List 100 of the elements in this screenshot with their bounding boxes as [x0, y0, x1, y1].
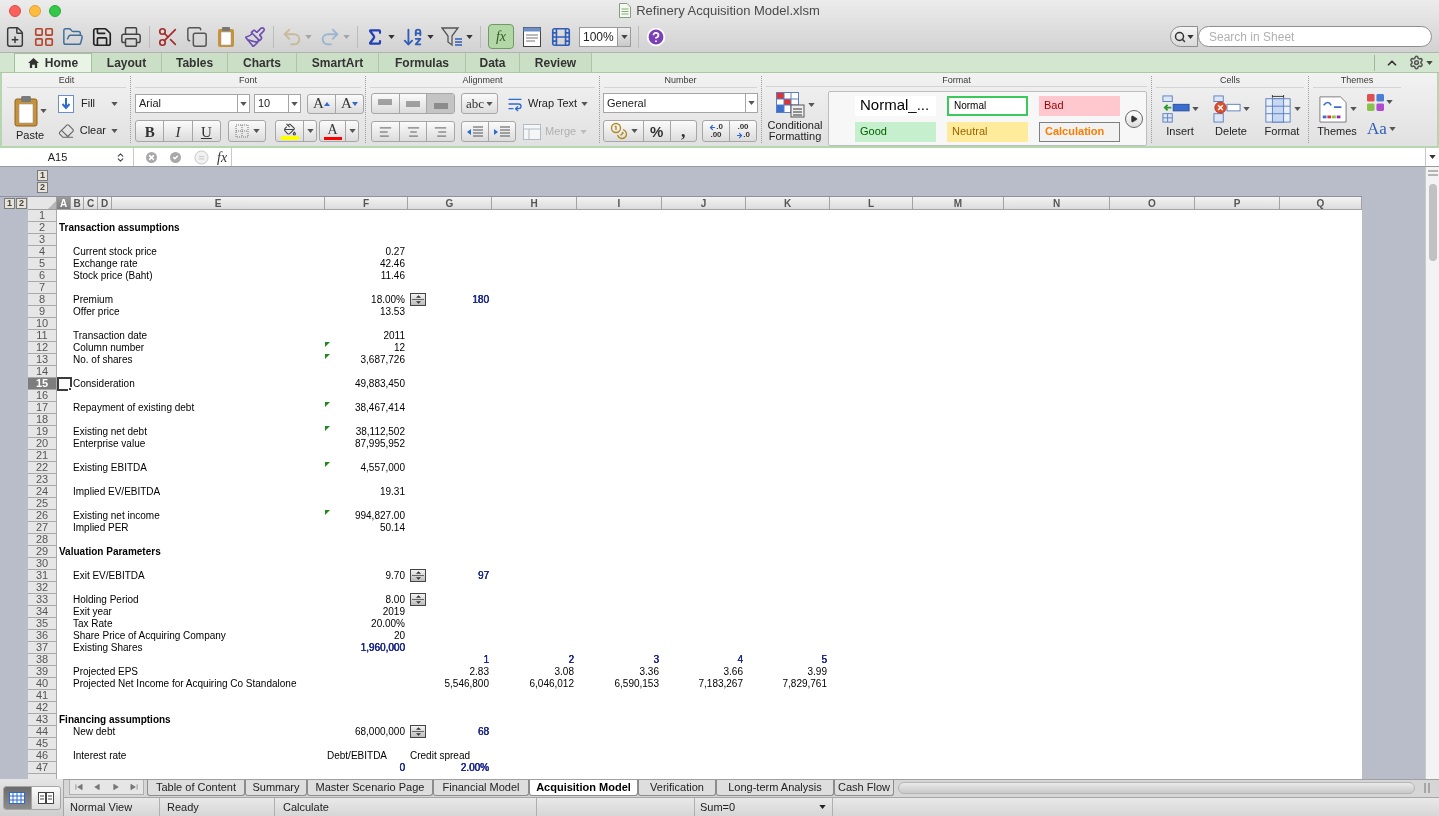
themes-button[interactable]: Themes — [1315, 92, 1359, 138]
row-header[interactable]: 29 — [28, 546, 57, 558]
ribbon-tab[interactable]: Tables — [162, 53, 228, 72]
row-header[interactable]: 31 — [28, 570, 57, 582]
row-header[interactable]: 35 — [28, 618, 57, 630]
row-header[interactable]: 24 — [28, 486, 57, 498]
sheet-tab[interactable]: Cash Flow — [834, 780, 894, 796]
row-header[interactable]: 44 — [28, 726, 57, 738]
ribbon-tab[interactable]: Review — [520, 53, 592, 72]
delete-button[interactable]: Delete — [1210, 92, 1252, 138]
fill-button[interactable]: Fill — [58, 94, 118, 113]
row-header[interactable]: 5 — [28, 258, 57, 270]
row-header[interactable]: 23 — [28, 474, 57, 486]
previous-sheet-icon[interactable] — [93, 783, 102, 791]
row-header[interactable]: 46 — [28, 750, 57, 762]
column-header[interactable]: A — [57, 197, 71, 210]
clear-button[interactable]: Clear — [58, 121, 118, 140]
decrease-decimal-button[interactable]: .00 .0 — [730, 121, 756, 141]
row-header[interactable]: 4 — [28, 246, 57, 258]
spin-button[interactable] — [410, 293, 426, 306]
row-header[interactable]: 26 — [28, 510, 57, 522]
formula-builder-button[interactable]: fx — [488, 24, 514, 50]
grid-icon[interactable] — [33, 25, 55, 48]
row-header[interactable]: 33 — [28, 594, 57, 606]
last-sheet-icon[interactable] — [129, 783, 138, 791]
zoom-field[interactable]: 100% — [579, 26, 631, 47]
bold-button[interactable]: B — [136, 121, 165, 141]
theme-fonts-button[interactable]: Aa — [1367, 119, 1396, 139]
row-header[interactable]: 14 — [28, 366, 57, 378]
column-header[interactable]: P — [1195, 197, 1280, 210]
row-header[interactable]: 42 — [28, 702, 57, 714]
horizontal-scrollbar[interactable] — [898, 782, 1415, 794]
shrink-font-button[interactable]: A — [336, 94, 363, 113]
copy-icon[interactable] — [186, 25, 208, 48]
sum-dropdown[interactable]: Sum=0 — [695, 798, 833, 816]
spin-button[interactable] — [410, 569, 426, 582]
zoom-button[interactable] — [49, 4, 61, 17]
outline-level-button[interactable]: 2 — [37, 182, 48, 193]
format-button[interactable]: Format — [1261, 92, 1303, 138]
wrap-text-button[interactable]: Wrap Text — [506, 93, 589, 114]
sheet-tab[interactable]: Summary — [245, 780, 307, 796]
column-header[interactable]: Q — [1280, 197, 1362, 210]
split-handle-icon[interactable] — [1427, 170, 1438, 176]
row-header[interactable]: 18 — [28, 414, 57, 426]
sheet-tab[interactable]: Acquisition Model — [529, 780, 638, 796]
split-handle-icon[interactable] — [1424, 783, 1430, 793]
row-header[interactable]: 43 — [28, 714, 57, 726]
row-header[interactable]: 30 — [28, 558, 57, 570]
search-options-button[interactable] — [1170, 26, 1198, 48]
insert-button[interactable]: Insert — [1159, 92, 1201, 138]
new-document-icon[interactable] — [4, 25, 26, 48]
enter-icon[interactable] — [168, 149, 183, 165]
ribbon-tab[interactable]: Charts — [228, 53, 297, 72]
stepper-icon[interactable] — [115, 150, 126, 164]
ribbon-tab[interactable]: Data — [466, 53, 520, 72]
column-header[interactable]: O — [1110, 197, 1195, 210]
row-header[interactable]: 9 — [28, 306, 57, 318]
row-header[interactable]: 16 — [28, 390, 57, 402]
font-size-field[interactable]: 10 — [254, 94, 301, 113]
row-header[interactable]: 6 — [28, 270, 57, 282]
row-header[interactable]: 19 — [28, 426, 57, 438]
gallery-next-button[interactable] — [1125, 109, 1143, 128]
italic-button[interactable]: I — [164, 121, 193, 141]
name-box[interactable]: A15 — [0, 148, 115, 166]
ribbon-tab[interactable]: Formulas — [379, 53, 466, 72]
row-header[interactable]: 3 — [28, 234, 57, 246]
row-header[interactable]: 21 — [28, 450, 57, 462]
column-header[interactable]: G — [408, 197, 492, 210]
sheet-tab[interactable]: Long-term Analysis — [716, 780, 834, 796]
normal-view-button[interactable] — [3, 786, 32, 809]
font-family-field[interactable]: Arial — [135, 94, 250, 113]
column-header[interactable]: L — [830, 197, 913, 210]
row-header[interactable]: 47 — [28, 762, 57, 774]
sheet-tab[interactable]: Verification — [638, 780, 716, 796]
search-field[interactable]: Search in Sheet — [1198, 26, 1432, 48]
row-header[interactable]: 32 — [28, 582, 57, 594]
column-header[interactable]: J — [662, 197, 746, 210]
row-header[interactable]: 28 — [28, 534, 57, 546]
spin-button[interactable] — [410, 593, 426, 606]
filter-button[interactable] — [441, 26, 473, 47]
row-header[interactable]: 2 — [28, 222, 57, 234]
orientation-button[interactable]: abc — [461, 93, 498, 114]
conditional-formatting-button[interactable]: Conditional Formatting — [765, 90, 825, 142]
clipboard-icon[interactable] — [215, 25, 237, 48]
row-header[interactable]: 25 — [28, 498, 57, 510]
percent-button[interactable]: % — [644, 121, 671, 141]
spin-button[interactable] — [410, 725, 426, 738]
sheet-tab[interactable]: Financial Model — [433, 780, 529, 796]
column-header[interactable]: H — [492, 197, 577, 210]
folder-icon[interactable] — [62, 25, 84, 48]
cell-style-option[interactable]: Good — [855, 121, 936, 142]
row-header[interactable]: 40 — [28, 678, 57, 690]
first-sheet-icon[interactable] — [75, 783, 84, 791]
select-all-button[interactable] — [28, 197, 57, 210]
column-header[interactable]: E — [112, 197, 325, 210]
column-header[interactable]: C — [84, 197, 98, 210]
sheet-tab[interactable]: Master Scenario Page — [307, 780, 433, 796]
outline-level-button[interactable]: 2 — [16, 198, 27, 209]
cell-style-option[interactable]: Bad — [1039, 95, 1120, 116]
row-header[interactable]: 15 — [28, 378, 57, 390]
